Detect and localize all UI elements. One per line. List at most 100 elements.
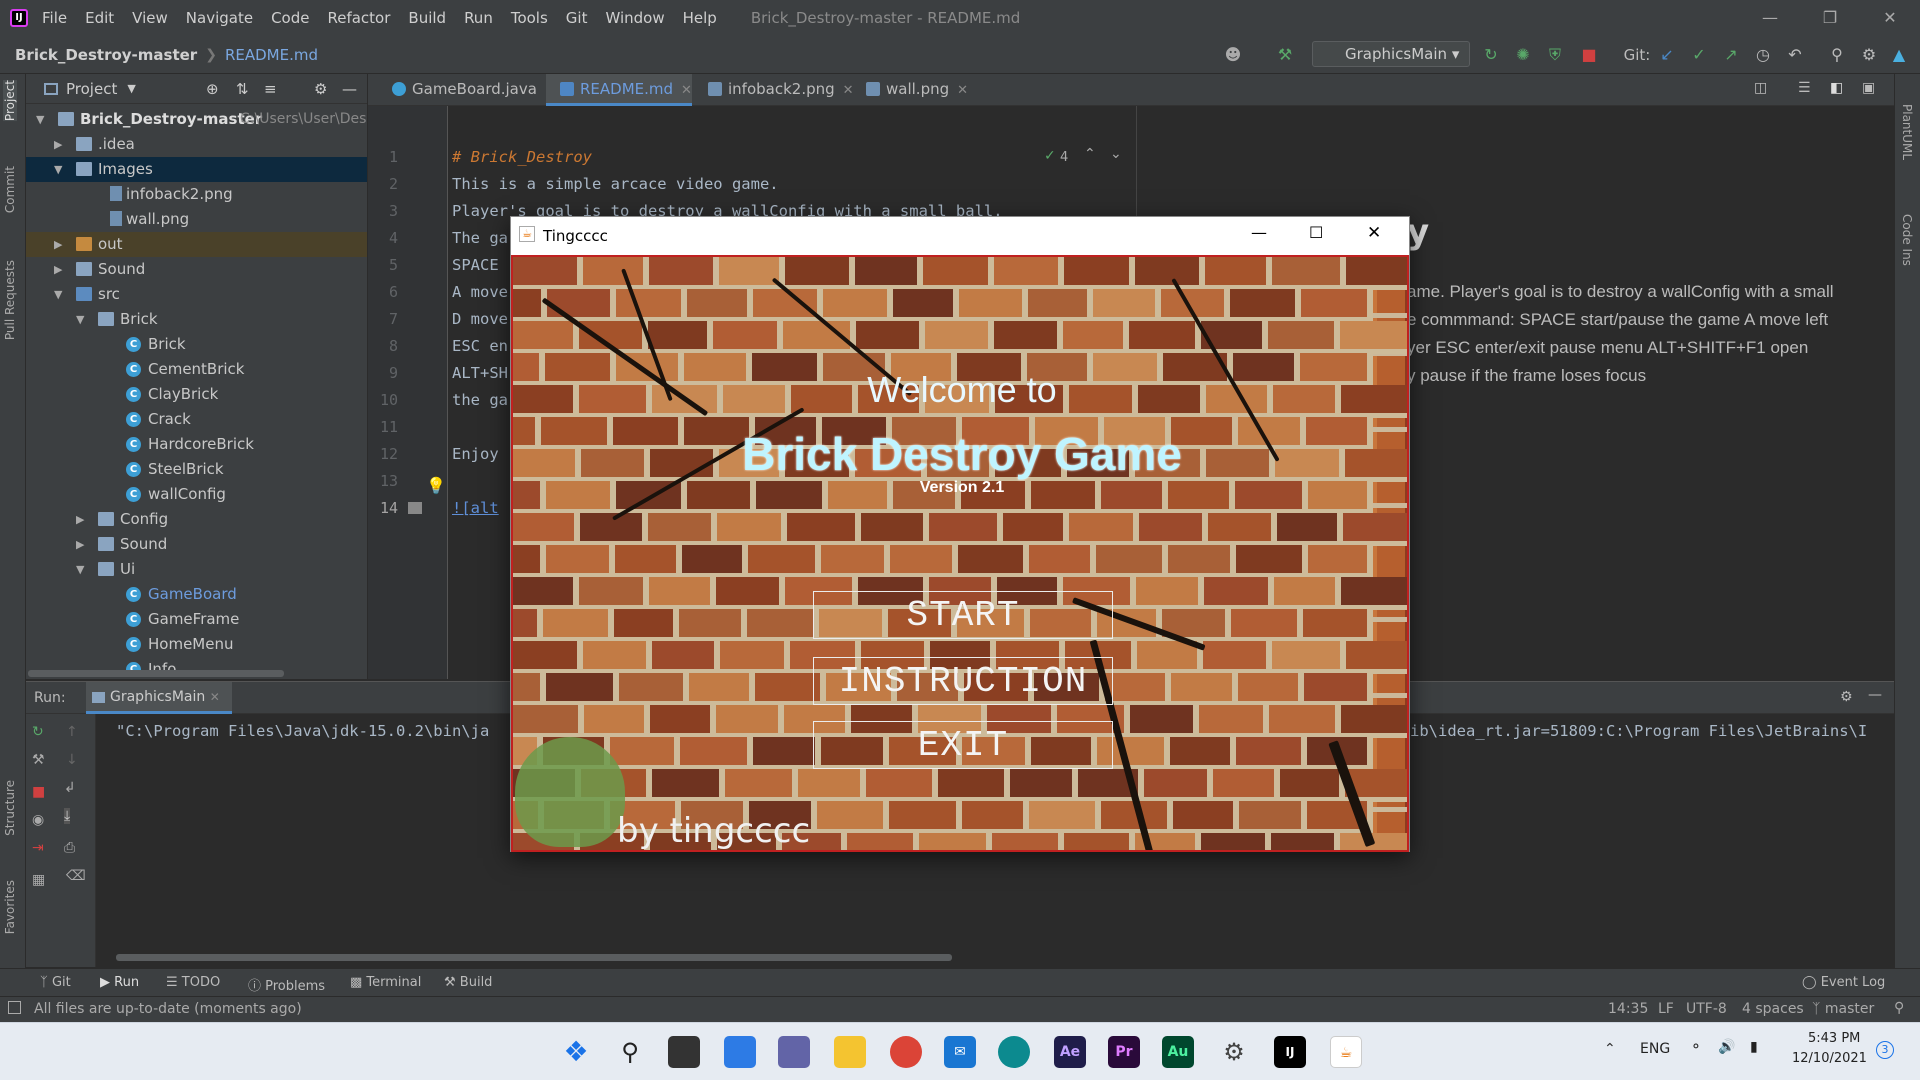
- search-icon[interactable]: ⚲: [614, 1036, 646, 1068]
- layout-icon[interactable]: ▦: [32, 872, 45, 888]
- dropdown-chevron-icon[interactable]: ▼: [127, 82, 135, 95]
- tree-item-homemenu[interactable]: C HomeMenu: [26, 632, 367, 657]
- rerun-icon[interactable]: ↻: [1480, 44, 1502, 66]
- hide-run-panel-icon[interactable]: —: [1868, 687, 1882, 703]
- sidetab-project[interactable]: Project: [3, 80, 17, 122]
- toolwindow-git[interactable]: ᛉ Git: [40, 975, 71, 990]
- previous-highlight-icon[interactable]: ⌃: [1084, 146, 1096, 162]
- minimize-icon[interactable]: —: [1740, 0, 1800, 36]
- menu-code[interactable]: Code: [271, 9, 309, 27]
- tree-item-gameframe[interactable]: C GameFrame: [26, 607, 367, 632]
- tree-item-wallconfig[interactable]: CwallConfig: [26, 482, 367, 507]
- stop-icon[interactable]: ■: [1578, 44, 1600, 66]
- expand-all-icon[interactable]: ⇅: [236, 80, 249, 98]
- java-icon[interactable]: ☕: [1330, 1036, 1362, 1068]
- language-indicator[interactable]: ENG: [1640, 1041, 1670, 1057]
- preview-only-icon[interactable]: ▣: [1862, 80, 1875, 96]
- tree-item-sound[interactable]: ▶ Sound: [26, 257, 367, 282]
- git-branch[interactable]: ᛉ master: [1812, 1001, 1874, 1017]
- down-arrow-icon[interactable]: ↓: [66, 752, 78, 768]
- after-effects-icon[interactable]: Ae: [1054, 1036, 1086, 1068]
- audition-icon[interactable]: Au: [1162, 1036, 1194, 1068]
- inspection-ok-icon[interactable]: ✓: [1044, 148, 1056, 164]
- status-toggle-icon[interactable]: [8, 1001, 21, 1014]
- rollback-icon[interactable]: ↶: [1784, 44, 1806, 66]
- run-tab[interactable]: GraphicsMain ✕: [86, 682, 232, 714]
- next-highlight-icon[interactable]: ⌄: [1110, 146, 1122, 162]
- status-message[interactable]: All files are up-to-date (moments ago): [34, 1001, 302, 1017]
- chat-icon[interactable]: [778, 1036, 810, 1068]
- split-view-icon[interactable]: ◧: [1830, 80, 1843, 96]
- sidetab-structure[interactable]: Structure: [3, 780, 17, 836]
- tab-close-icon[interactable]: ✕: [210, 690, 220, 704]
- line-separator[interactable]: LF: [1658, 1001, 1674, 1017]
- menu-refactor[interactable]: Refactor: [327, 9, 390, 27]
- project-panel-title[interactable]: Project: [66, 80, 117, 98]
- run-settings-icon[interactable]: ⚙: [1840, 689, 1853, 705]
- tree-item-wall[interactable]: wall.png: [26, 207, 367, 232]
- sidetab-favorites[interactable]: Favorites: [3, 880, 17, 934]
- tree-item-idea[interactable]: ▶ .idea: [26, 132, 367, 157]
- menu-tools[interactable]: Tools: [511, 9, 548, 27]
- tree-item-ui[interactable]: ▼ Ui: [26, 557, 367, 582]
- trash-icon[interactable]: ⌫: [66, 868, 86, 884]
- coverage-icon[interactable]: ⛨: [1544, 44, 1566, 66]
- tab-gameboard-java[interactable]: GameBoard.java✕: [378, 74, 556, 106]
- image-gutter-icon[interactable]: [408, 502, 422, 514]
- modify-config-icon[interactable]: ⚒: [32, 752, 45, 768]
- breadcrumb-project[interactable]: Brick_Destroy-master: [15, 46, 197, 64]
- event-log[interactable]: ◯ Event Log: [1802, 975, 1885, 990]
- tab-readme-md[interactable]: README.md ✕: [546, 74, 692, 106]
- run-configuration-select[interactable]: GraphicsMain ▾: [1312, 41, 1470, 67]
- battery-icon[interactable]: ▮: [1750, 1039, 1758, 1055]
- tree-item-hardcorebrick[interactable]: C HardcoreBrick: [26, 432, 367, 457]
- clock-date[interactable]: 12/10/2021: [1792, 1051, 1867, 1066]
- console-scrollbar[interactable]: [116, 954, 952, 961]
- exit-button[interactable]: EXIT: [813, 721, 1113, 769]
- search-icon[interactable]: ⚲: [1826, 44, 1848, 66]
- tree-root[interactable]: ▼ Brick_Destroy-master C:\Users\User\Des…: [26, 107, 367, 132]
- tree-item-infoback2[interactable]: infoback2.png: [26, 182, 367, 207]
- notification-badge[interactable]: 3: [1876, 1041, 1894, 1059]
- user-icon[interactable]: ☻: [1222, 44, 1244, 66]
- game-maximize-icon[interactable]: ☐: [1309, 223, 1323, 242]
- print-icon[interactable]: ⎙: [64, 840, 75, 856]
- toolbox-icon[interactable]: ▲: [1888, 44, 1910, 66]
- menu-edit[interactable]: Edit: [85, 9, 114, 27]
- toolwindow-run[interactable]: ▶ Run: [100, 975, 139, 990]
- tree-item-steelbrick[interactable]: C SteelBrick: [26, 457, 367, 482]
- tab-wall-png[interactable]: wall.png ✕: [852, 74, 968, 106]
- lock-icon[interactable]: ⚲: [1894, 1000, 1904, 1016]
- menu-view[interactable]: View: [132, 9, 168, 27]
- scroll-to-end-icon[interactable]: ⤓: [64, 808, 71, 824]
- exit-icon[interactable]: ⇥: [32, 840, 44, 856]
- game-close-icon[interactable]: ✕: [1367, 223, 1381, 243]
- sidetab-commit[interactable]: Commit: [3, 166, 17, 213]
- tab-close-icon[interactable]: ✕: [957, 83, 968, 98]
- menu-build[interactable]: Build: [408, 9, 446, 27]
- sidetab-pull-requests[interactable]: Pull Requests: [3, 260, 17, 340]
- hammer-icon[interactable]: ⚒: [1274, 44, 1296, 66]
- intellij-logo-icon[interactable]: IJ: [10, 9, 28, 27]
- volume-icon[interactable]: 🔊: [1718, 1039, 1735, 1055]
- mail-icon[interactable]: ✉: [944, 1036, 976, 1068]
- task-view-icon[interactable]: [668, 1036, 700, 1068]
- tree-item-config[interactable]: ▶ Config: [26, 507, 367, 532]
- clock-time[interactable]: 5:43 PM: [1808, 1031, 1860, 1046]
- windows-start-icon[interactable]: ❖: [560, 1036, 592, 1068]
- panel-settings-icon[interactable]: ⚙: [314, 80, 327, 98]
- breadcrumb-file[interactable]: README.md: [225, 46, 318, 64]
- hide-panel-icon[interactable]: —: [342, 80, 357, 98]
- tree-item-crack[interactable]: C Crack: [26, 407, 367, 432]
- caret-position[interactable]: 14:35: [1608, 1001, 1648, 1017]
- start-button[interactable]: START: [813, 591, 1113, 639]
- git-update-icon[interactable]: ↙: [1656, 44, 1678, 66]
- rerun-icon[interactable]: ↻: [32, 724, 44, 740]
- tree-item-brick-package[interactable]: ▼ Brick: [26, 307, 367, 332]
- tree-item-gameboard[interactable]: C GameBoard: [26, 582, 367, 607]
- toolwindow-build[interactable]: ⚒ Build: [444, 975, 492, 990]
- tree-item-claybrick[interactable]: C ClayBrick: [26, 382, 367, 407]
- menu-help[interactable]: Help: [683, 9, 717, 27]
- console-output[interactable]: "C:\Program Files\Java\jdk-15.0.2\bin\ja: [116, 722, 489, 740]
- toolwindow-todo[interactable]: ☰ TODO: [166, 975, 220, 990]
